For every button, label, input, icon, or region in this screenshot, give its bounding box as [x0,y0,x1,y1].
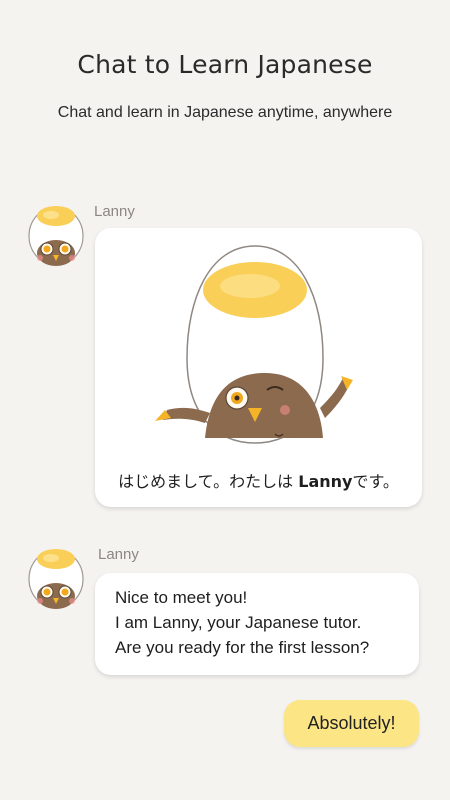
page-subtitle: Chat and learn in Japanese anytime, anyw… [57,104,393,121]
message-line: I am Lanny, your Japanese tutor. [115,613,362,632]
egg-bird-waving-illustration [155,238,355,460]
sender-name: Lanny [98,546,139,563]
sender-name: Lanny [94,203,135,220]
reply-absolutely-button[interactable]: Absolutely! [284,700,419,747]
caption-name-bold: Lanny [298,472,353,491]
caption-text-start: はじめまして。わたしは [118,472,299,491]
message-caption: はじめまして。わたしは Lannyです。 [95,468,422,492]
message-line: Are you ready for the first lesson? [115,638,370,657]
egg-bird-avatar-icon [27,545,85,609]
message-line: Nice to meet you! [115,588,248,607]
egg-bird-avatar-icon [27,202,85,266]
page-title: Chat to Learn Japanese [77,50,373,79]
message-bubble: Nice to meet you! I am Lanny, your Japan… [95,573,419,675]
message-bubble: はじめまして。わたしは Lannyです。 [95,228,422,507]
caption-text-end: です。 [352,472,399,491]
